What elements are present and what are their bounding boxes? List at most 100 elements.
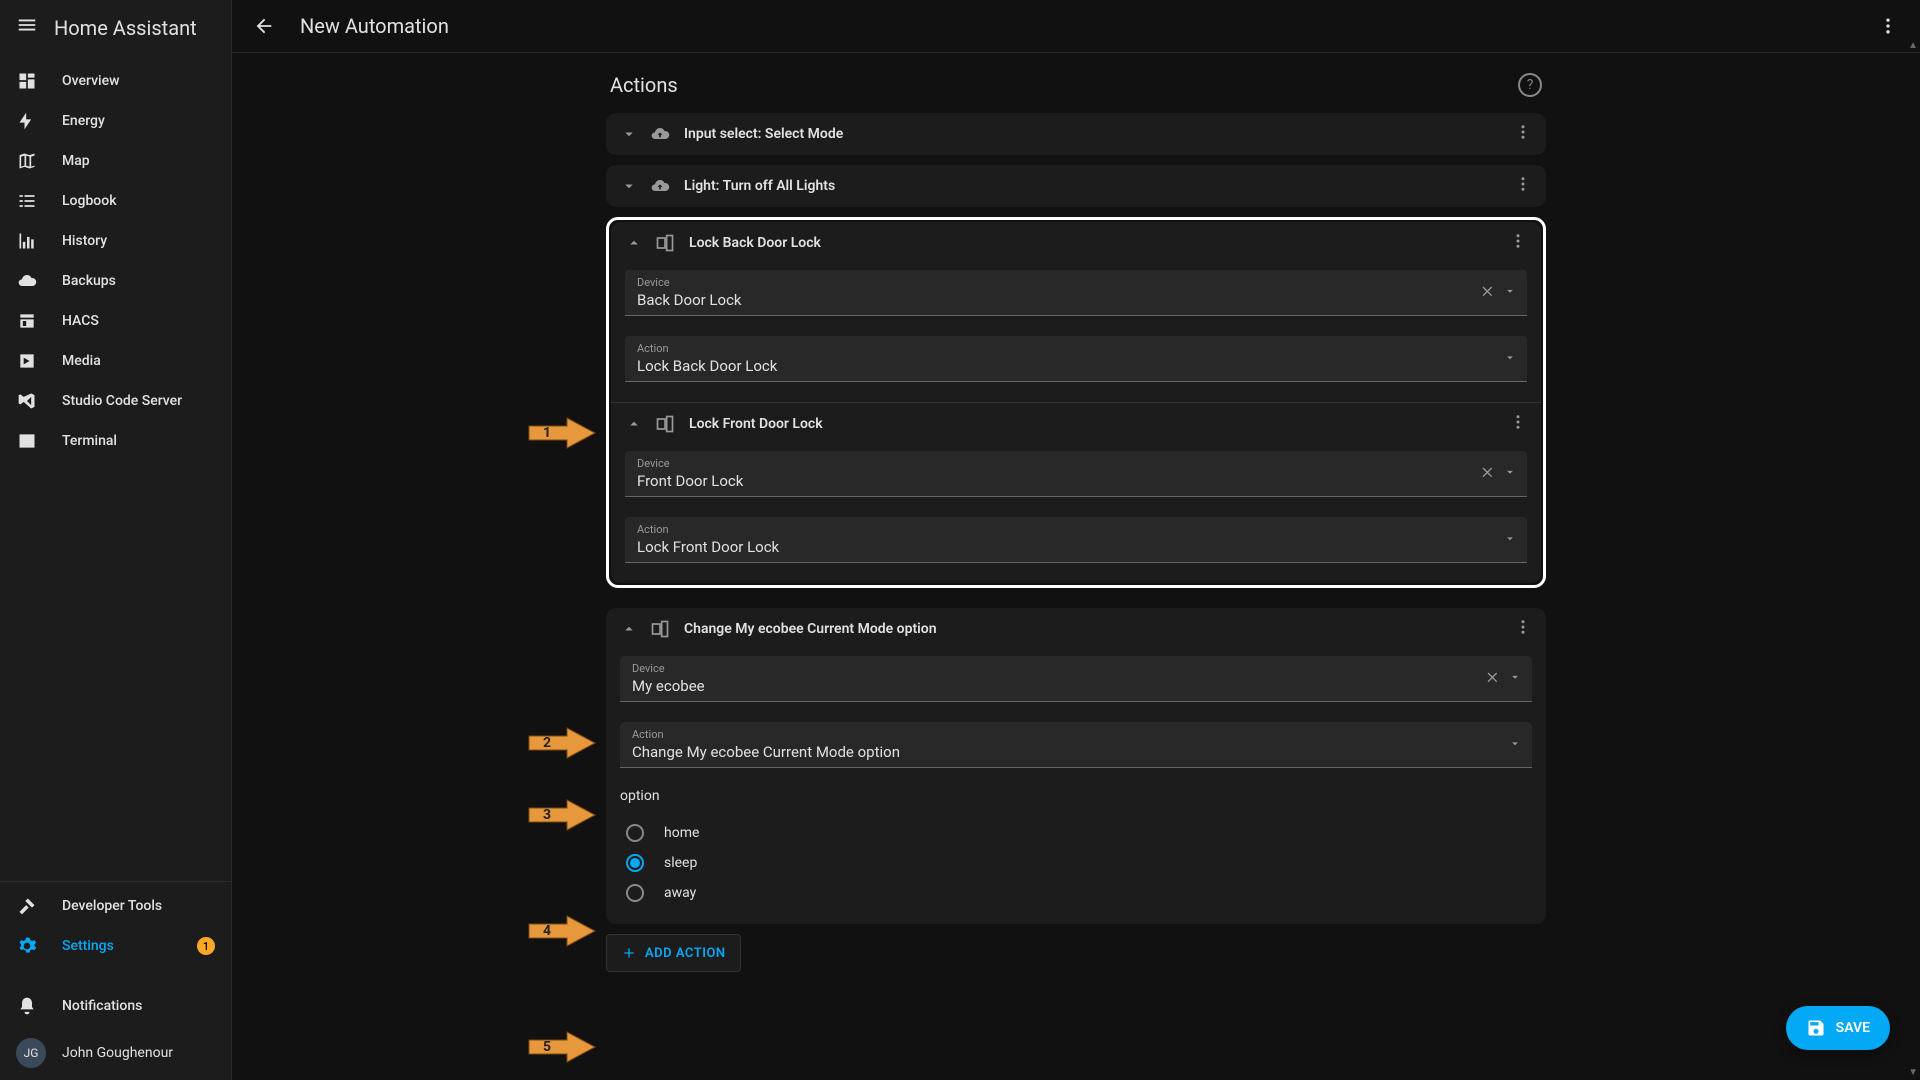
save-button[interactable]: SAVE	[1786, 1006, 1890, 1050]
arrow-number: 5	[543, 1039, 551, 1055]
card-header[interactable]: Light: Turn off All Lights	[606, 165, 1546, 207]
map-icon	[16, 151, 38, 171]
card-menu[interactable]	[1509, 413, 1527, 435]
sidebar-item-overview[interactable]: Overview	[0, 61, 231, 101]
radio-label: home	[664, 825, 699, 841]
list-icon	[16, 191, 38, 211]
clear-icon[interactable]	[1479, 464, 1495, 484]
cloud-up-icon	[650, 124, 672, 144]
add-action-label: ADD ACTION	[645, 946, 726, 961]
card-header[interactable]: Lock Front Door Lock	[611, 403, 1541, 445]
arrow-number: 3	[543, 807, 551, 823]
device-field[interactable]: Device Front Door Lock	[625, 451, 1527, 497]
page-title: New Automation	[300, 14, 449, 38]
radio-sleep[interactable]: sleep	[620, 848, 1532, 878]
card-menu[interactable]	[1514, 618, 1532, 640]
sidebar-item-map[interactable]: Map	[0, 141, 231, 181]
card-title: Lock Back Door Lock	[689, 235, 1497, 251]
avatar: JG	[16, 1038, 46, 1068]
action-field[interactable]: Action Lock Back Door Lock	[625, 336, 1527, 382]
card-header[interactable]: Input select: Select Mode	[606, 113, 1546, 155]
chevron-up-icon	[625, 234, 643, 252]
sidebar-item-terminal[interactable]: Terminal	[0, 421, 231, 461]
action-field[interactable]: Action Lock Front Door Lock	[625, 517, 1527, 563]
clear-icon[interactable]	[1484, 669, 1500, 689]
sidebar-item-label: Developer Tools	[62, 898, 162, 914]
sidebar-item-backups[interactable]: Backups	[0, 261, 231, 301]
sidebar-item-history[interactable]: History	[0, 221, 231, 261]
sidebar-item-media[interactable]: Media	[0, 341, 231, 381]
radio-icon	[626, 884, 644, 902]
field-value: Change My ecobee Current Mode option	[632, 741, 1520, 761]
sidebar-item-hacs[interactable]: HACS	[0, 301, 231, 341]
action-card-lock-back: Lock Back Door Lock Device Back Door Loc…	[611, 222, 1541, 402]
dropdown-icon[interactable]	[1503, 530, 1517, 549]
radio-home[interactable]: home	[620, 818, 1532, 848]
sidebar-item-logbook[interactable]: Logbook	[0, 181, 231, 221]
help-icon[interactable]: ?	[1518, 73, 1542, 97]
arrow-number: 2	[543, 735, 551, 751]
overflow-menu[interactable]	[1872, 10, 1904, 42]
clear-icon[interactable]	[1479, 283, 1495, 303]
dropdown-icon[interactable]	[1503, 283, 1517, 303]
field-value: Lock Back Door Lock	[637, 355, 1515, 375]
field-label: Action	[632, 728, 1520, 741]
store-icon	[16, 311, 38, 331]
action-field[interactable]: Action Change My ecobee Current Mode opt…	[620, 722, 1532, 768]
field-label: Device	[632, 662, 1520, 675]
plus-icon	[621, 945, 637, 961]
radio-icon	[626, 824, 644, 842]
dropdown-icon[interactable]	[1508, 735, 1522, 754]
user-profile[interactable]: JG John Goughenour	[0, 1026, 231, 1080]
sidebar-item-studio-code[interactable]: Studio Code Server	[0, 381, 231, 421]
sidebar-item-label: Studio Code Server	[62, 393, 182, 409]
menu-icon[interactable]	[16, 14, 38, 41]
scroll-down-icon[interactable]: ▼	[1908, 1067, 1918, 1078]
scrollbar[interactable]: ▲ ▼	[1908, 50, 1920, 1080]
annotation-arrow-3: 3	[527, 798, 597, 832]
dropdown-icon[interactable]	[1503, 464, 1517, 484]
chevron-down-icon	[620, 177, 638, 195]
sidebar-item-settings[interactable]: Settings 1	[0, 926, 231, 966]
sidebar-item-label: Terminal	[62, 433, 117, 449]
sidebar-header: Home Assistant	[0, 0, 231, 55]
card-header[interactable]: Lock Back Door Lock	[611, 222, 1541, 264]
option-label: option	[620, 788, 1532, 804]
card-header[interactable]: Change My ecobee Current Mode option	[606, 608, 1546, 650]
sidebar-item-notifications[interactable]: Notifications	[0, 986, 231, 1026]
section-title: Actions	[610, 73, 678, 97]
dropdown-icon[interactable]	[1503, 349, 1517, 368]
gear-icon	[16, 936, 38, 956]
sidebar-item-label: Energy	[62, 113, 105, 129]
scroll-up-icon[interactable]: ▲	[1908, 40, 1918, 51]
dropdown-icon[interactable]	[1508, 669, 1522, 689]
play-icon	[16, 351, 38, 371]
sidebar-item-label: Notifications	[62, 998, 142, 1014]
card-title: Change My ecobee Current Mode option	[684, 621, 1502, 637]
sidebar-item-energy[interactable]: Energy	[0, 101, 231, 141]
bolt-icon	[16, 111, 38, 131]
card-menu[interactable]	[1509, 232, 1527, 254]
annotation-arrow-1: 1	[527, 416, 597, 450]
field-value: Lock Front Door Lock	[637, 536, 1515, 556]
radio-away[interactable]: away	[620, 878, 1532, 908]
device-field[interactable]: Device My ecobee	[620, 656, 1532, 702]
radio-label: away	[664, 885, 696, 901]
field-value: Front Door Lock	[637, 470, 1515, 490]
card-menu[interactable]	[1514, 175, 1532, 197]
save-icon	[1806, 1018, 1826, 1038]
field-label: Device	[637, 276, 1515, 289]
topbar: New Automation	[232, 0, 1920, 53]
bell-icon	[16, 996, 38, 1016]
device-icon	[655, 414, 677, 434]
card-menu[interactable]	[1514, 123, 1532, 145]
sidebar-item-dev-tools[interactable]: Developer Tools	[0, 886, 231, 926]
card-title: Input select: Select Mode	[684, 126, 1502, 142]
back-button[interactable]	[248, 10, 280, 42]
action-card-light: Light: Turn off All Lights	[606, 165, 1546, 207]
main: New Automation Actions ? Input select: S…	[232, 0, 1920, 1080]
add-action-button[interactable]: ADD ACTION	[606, 934, 741, 972]
content: Actions ? Input select: Select Mode	[232, 53, 1920, 1080]
device-field[interactable]: Device Back Door Lock	[625, 270, 1527, 316]
field-label: Action	[637, 342, 1515, 355]
